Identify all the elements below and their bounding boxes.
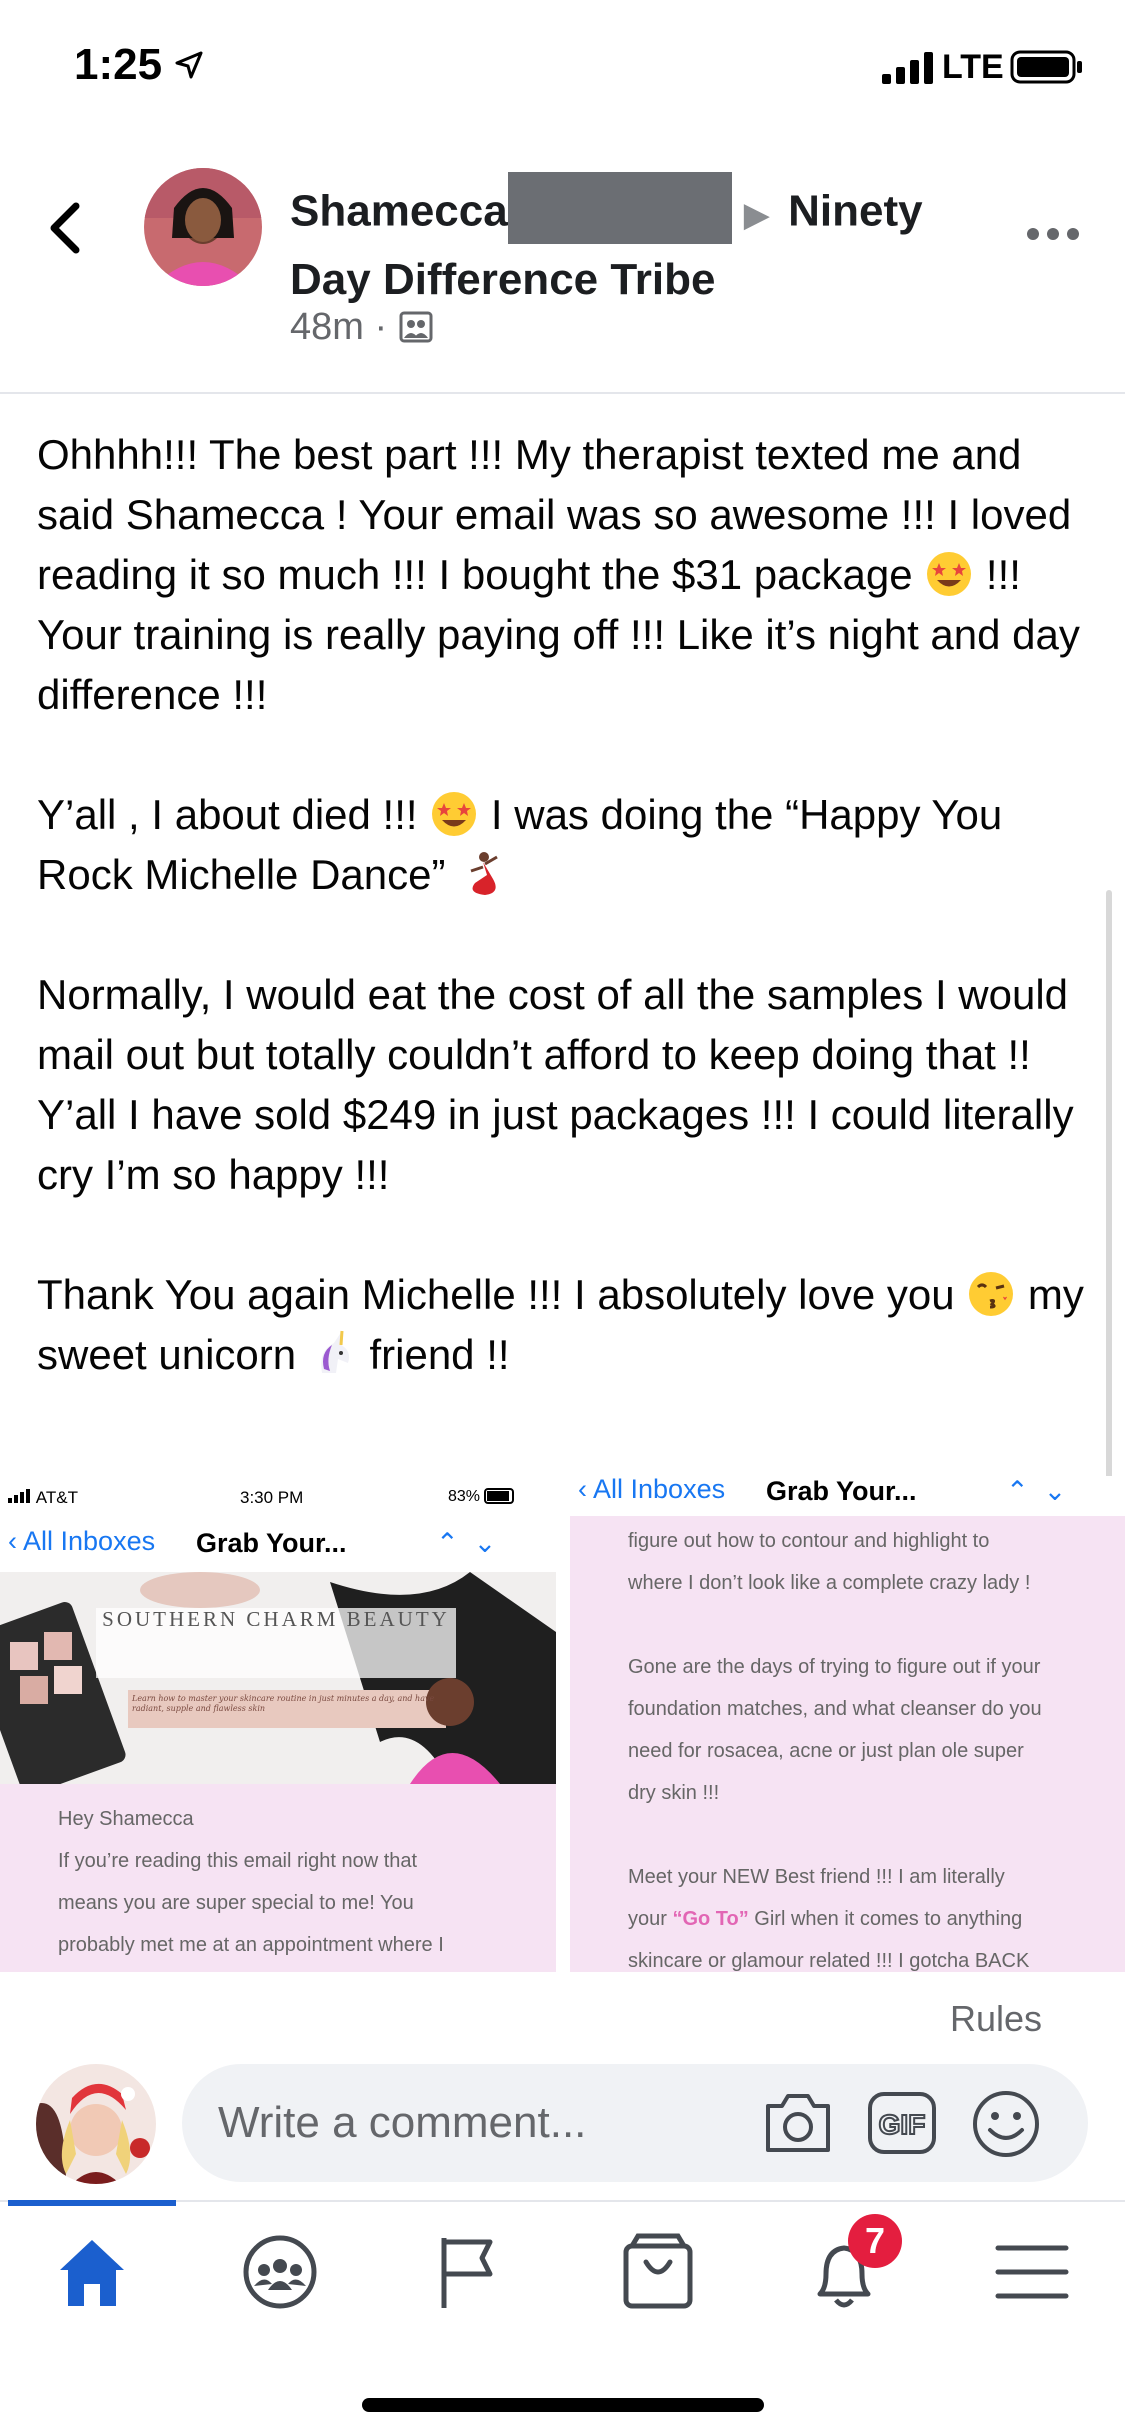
post-paragraph-1: Ohhhh!!! The best part !!! My therapist … — [37, 425, 1097, 725]
mini-carrier-label: AT&T — [35, 1488, 78, 1507]
post-text: Y’all , I about died !!! — [37, 791, 430, 838]
email-body: Hey Shamecca If you’re reading this emai… — [0, 1784, 556, 1972]
mini-back-chevron-icon: ‹ — [578, 1476, 587, 1504]
mini-battery: 83% — [448, 1488, 518, 1506]
mini-subject: Grab Your... — [766, 1476, 917, 1506]
rules-link[interactable]: Rules — [950, 1998, 1042, 2040]
attachment-image-1[interactable]: AT&T 3:30 PM 83% ‹ All Inboxes Grab Your… — [0, 1476, 566, 1972]
post-attachments: AT&T 3:30 PM 83% ‹ All Inboxes Grab Your… — [0, 1476, 1125, 1972]
star-struck-emoji-icon — [432, 792, 477, 836]
post-paragraph-2: Y’all , I about died !!! I was doing the… — [37, 785, 1097, 905]
author-name[interactable]: Shamecca — [290, 187, 508, 236]
star-struck-emoji-icon — [927, 552, 972, 596]
highlight-text: “Go To” — [672, 1908, 749, 1930]
post-timestamp[interactable]: 48m — [290, 306, 364, 348]
post-text: friend !! — [357, 1331, 510, 1378]
post-body: Ohhhh!!! The best part !!! My therapist … — [37, 425, 1097, 1445]
post-text: Normally, I would eat the cost of all th… — [37, 971, 1074, 1198]
status-bar: 1:25 LTE — [0, 0, 1125, 140]
redacted-box — [507, 172, 732, 244]
email-line: Meet your NEW Best friend !!! I am liter… — [628, 1866, 1005, 1888]
user-avatar[interactable] — [36, 2064, 156, 2184]
mini-battery-icon — [484, 1488, 515, 1504]
active-tab-indicator — [8, 2200, 176, 2206]
emoji-picker-icon[interactable] — [970, 2088, 1042, 2160]
mini-back-chevron-icon: ‹ — [8, 1526, 17, 1556]
gif-icon[interactable]: GIF — [866, 2090, 938, 2156]
camera-icon[interactable] — [762, 2090, 834, 2156]
post-paragraph-3: Normally, I would eat the cost of all th… — [37, 965, 1097, 1205]
triangle-arrow-icon: ▶ — [743, 195, 770, 234]
mini-carrier: AT&T — [8, 1488, 78, 1508]
email-line: where I don’t look like a complete crazy… — [628, 1572, 1031, 1594]
mini-battery-label: 83% — [448, 1488, 481, 1505]
mini-nav-arrows-icon[interactable]: ⌃ ⌄ — [1006, 1476, 1066, 1507]
post-title: Shamecca ▶ Ninety Day Difference Tribe — [290, 172, 950, 310]
status-time: 1:25 — [74, 40, 163, 89]
notification-badge: 7 — [848, 2214, 902, 2268]
banner-tagline: Learn how to master your skincare routin… — [132, 1694, 435, 1713]
post-paragraph-4: Thank You again Michelle !!! I absolutel… — [37, 1265, 1097, 1385]
author-avatar[interactable] — [144, 168, 262, 286]
dancer-emoji-icon — [470, 852, 498, 895]
mini-signal-icon — [8, 1489, 30, 1503]
post-meta: 48m · — [290, 306, 434, 349]
mini-back-label: All Inboxes — [593, 1476, 726, 1504]
cellular-signal-icon — [882, 52, 933, 84]
email-line: your “Go To” Girl when it comes to anyth… — [628, 1908, 1023, 1930]
marketplace-icon[interactable] — [618, 2232, 698, 2312]
location-arrow-icon — [175, 51, 203, 79]
home-icon[interactable] — [52, 2232, 132, 2312]
email-banner-image — [0, 1572, 556, 1784]
email-line: means you are super special to me! You — [58, 1892, 414, 1914]
groups-icon[interactable] — [240, 2232, 320, 2312]
group-members-icon — [399, 311, 433, 343]
mini-subject: Grab Your... — [196, 1528, 347, 1558]
user-avatar-image — [36, 2064, 156, 2184]
email-line: If you’re reading this email right now t… — [58, 1850, 418, 1872]
comment-input[interactable]: Write a comment... GIF — [182, 2064, 1088, 2182]
network-type: LTE — [942, 48, 1004, 86]
mini-nav-arrows-icon[interactable]: ⌃ ⌄ — [436, 1528, 496, 1559]
mini-back-label: All Inboxes — [23, 1526, 156, 1556]
mini-time: 3:30 PM — [240, 1488, 304, 1507]
email-line: dry skin !!! — [628, 1782, 720, 1804]
email-line: foundation matches, and what cleanser do… — [628, 1698, 1042, 1720]
home-indicator[interactable] — [362, 2398, 764, 2412]
mini-back[interactable]: ‹ All Inboxes — [8, 1526, 155, 1557]
email-line: probably met me at an appointment where … — [58, 1934, 444, 1956]
comment-placeholder: Write a comment... — [218, 2098, 587, 2147]
back-chevron-icon[interactable] — [46, 200, 86, 256]
email-line: need for rosacea, acne or just plan ole … — [628, 1740, 1024, 1762]
attachment-image-2[interactable]: ‹ All Inboxes Grab Your... ⌃ ⌄ figure ou… — [570, 1476, 1125, 1972]
bottom-nav — [0, 2200, 1125, 2342]
menu-icon[interactable] — [992, 2232, 1072, 2312]
more-options-icon[interactable] — [1026, 224, 1080, 244]
unicorn-emoji-icon — [321, 1330, 349, 1373]
avatar-image — [144, 168, 262, 286]
post-text: Thank You again Michelle !!! I absolutel… — [37, 1271, 967, 1318]
email-line: figure out how to contour and highlight … — [628, 1530, 990, 1552]
battery-icon — [1010, 50, 1082, 84]
mini-back[interactable]: ‹ All Inboxes — [578, 1476, 725, 1505]
post-text: Ohhhh!!! The best part !!! My therapist … — [37, 431, 1072, 598]
email-line: skincare or glamour related !!! I gotcha… — [628, 1950, 1030, 1972]
kiss-emoji-icon — [969, 1272, 1014, 1316]
svg-text:GIF: GIF — [879, 2109, 926, 2140]
meta-separator: · — [374, 306, 388, 348]
email-line: Gone are the days of trying to figure ou… — [628, 1656, 1041, 1678]
pages-flag-icon[interactable] — [430, 2232, 510, 2312]
banner-title: SOUTHERN CHARM BEAUTY — [102, 1607, 450, 1631]
email-greeting: Hey Shamecca — [58, 1808, 194, 1830]
